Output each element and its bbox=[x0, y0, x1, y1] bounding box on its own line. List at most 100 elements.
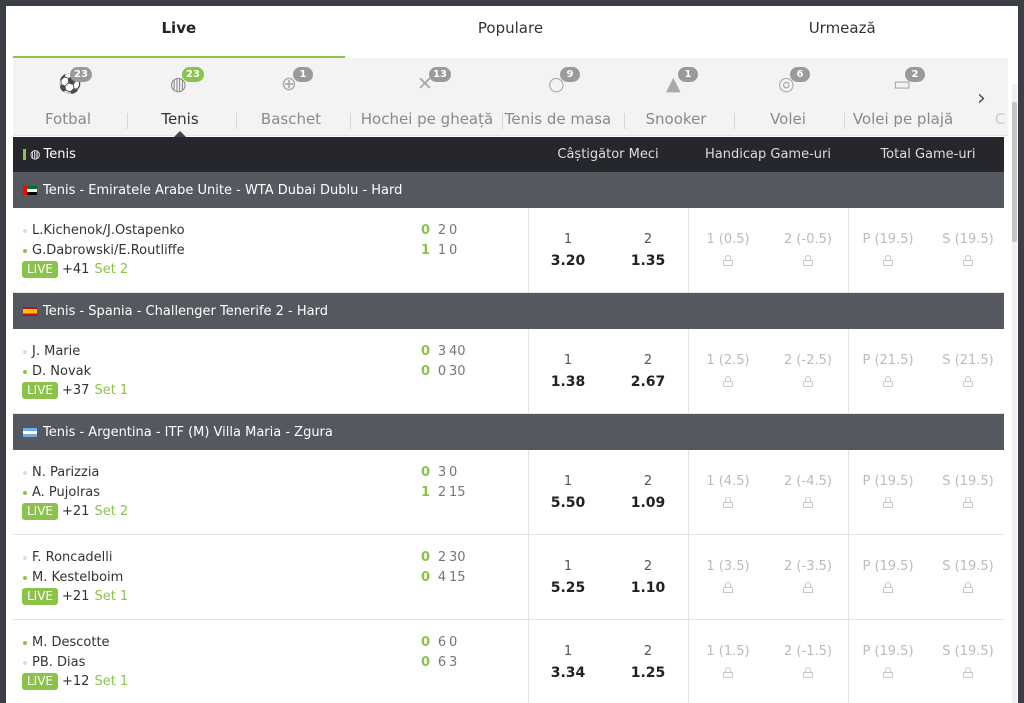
lock-icon bbox=[963, 582, 973, 593]
odd-winner-2[interactable]: 2 2.67 bbox=[608, 329, 688, 413]
score-sets: 0 bbox=[421, 570, 431, 585]
lock-body bbox=[803, 381, 813, 387]
lock-body bbox=[723, 502, 733, 508]
sport-separator bbox=[350, 113, 351, 129]
lock-icon bbox=[803, 582, 813, 593]
live-badge[interactable]: LIVE bbox=[22, 503, 59, 520]
odd-handicap-1: 1 (1.5) bbox=[688, 620, 768, 703]
lock-icon bbox=[963, 497, 973, 508]
more-markets-link[interactable]: +21 bbox=[62, 504, 89, 519]
more-markets-link[interactable]: +12 bbox=[62, 674, 89, 689]
lock-icon bbox=[883, 497, 893, 508]
odd-label: 1 (0.5) bbox=[706, 232, 750, 247]
player-name: N. Parizzia bbox=[32, 465, 100, 480]
current-set: Set 1 bbox=[94, 674, 129, 689]
score-sets: 0 bbox=[421, 344, 431, 359]
live-badge[interactable]: LIVE bbox=[22, 588, 59, 605]
score-sets: 0 bbox=[421, 550, 431, 565]
odd-winner-2[interactable]: 2 1.35 bbox=[608, 208, 688, 292]
player-2[interactable]: PB. Dias bbox=[23, 655, 85, 670]
more-markets-link[interactable]: +21 bbox=[62, 589, 89, 604]
sport-count-badge: 6 bbox=[790, 67, 810, 82]
lock-icon bbox=[723, 376, 733, 387]
live-badge[interactable]: LIVE bbox=[22, 382, 59, 399]
odd-label: 1 (3.5) bbox=[706, 559, 750, 574]
lock-body bbox=[883, 381, 893, 387]
leagues-list: Tenis - Emiratele Arabe Unite - WTA Duba… bbox=[13, 172, 1004, 703]
serve-dot-icon bbox=[23, 470, 27, 475]
score-games: 2 bbox=[437, 223, 447, 238]
chevron-right-icon[interactable]: › bbox=[977, 86, 986, 111]
league-header[interactable]: Tenis - Emiratele Arabe Unite - WTA Duba… bbox=[13, 172, 1004, 208]
serve-dot-icon bbox=[23, 575, 27, 580]
odd-handicap-1: 1 (2.5) bbox=[688, 329, 768, 413]
lock-icon bbox=[723, 255, 733, 266]
lock-body bbox=[803, 260, 813, 266]
score-sets: 1 bbox=[421, 485, 431, 500]
odd-label: P (19.5) bbox=[862, 474, 914, 489]
table-header: ◍ Tenis Câștigător Meci Handicap Game-ur… bbox=[13, 137, 1004, 172]
lock-icon bbox=[963, 255, 973, 266]
odd-label: 2 (-3.5) bbox=[784, 559, 832, 574]
lock-icon bbox=[803, 255, 813, 266]
odd-winner-1[interactable]: 1 5.50 bbox=[528, 450, 608, 534]
live-badge[interactable]: LIVE bbox=[22, 261, 59, 278]
tab-live[interactable]: Live bbox=[13, 6, 345, 58]
player-1[interactable]: L.Kichenok/J.Ostapenko bbox=[23, 223, 185, 238]
odd-label: S (19.5) bbox=[942, 559, 994, 574]
odd-value: 1.09 bbox=[630, 495, 666, 511]
lock-body bbox=[883, 502, 893, 508]
odd-winner-1[interactable]: 1 5.25 bbox=[528, 535, 608, 619]
tab-populare[interactable]: Populare bbox=[345, 6, 677, 58]
odd-handicap-2: 2 (-4.5) bbox=[768, 450, 848, 534]
odd-winner-1[interactable]: 1 3.34 bbox=[528, 620, 608, 703]
player-1[interactable]: J. Marie bbox=[23, 344, 80, 359]
odd-value: 3.34 bbox=[550, 665, 586, 681]
scrollbar-thumb[interactable] bbox=[1012, 102, 1017, 242]
odd-label: 1 bbox=[563, 232, 573, 247]
odd-value: 1.38 bbox=[550, 374, 586, 390]
player-2[interactable]: A. Pujolras bbox=[23, 485, 100, 500]
sport-tab-7[interactable]: ▭ 2 Volei pe plajă bbox=[813, 58, 993, 136]
player-2[interactable]: D. Novak bbox=[23, 364, 91, 379]
score-player-1: 060 bbox=[421, 635, 465, 650]
odd-winner-2[interactable]: 2 1.10 bbox=[608, 535, 688, 619]
odd-total-over: P (19.5) bbox=[848, 208, 928, 292]
lock-icon bbox=[963, 667, 973, 678]
odd-winner-1[interactable]: 1 3.20 bbox=[528, 208, 608, 292]
player-1[interactable]: N. Parizzia bbox=[23, 465, 99, 480]
column-winner: Câștigător Meci bbox=[557, 147, 659, 162]
sport-tab-overflow[interactable]: C bbox=[995, 110, 1005, 128]
league-header[interactable]: Tenis - Spania - Challenger Tenerife 2 -… bbox=[13, 293, 1004, 329]
score-games: 6 bbox=[437, 655, 447, 670]
score-games: 2 bbox=[437, 485, 447, 500]
live-info: LIVE +41 Set 2 bbox=[22, 261, 128, 278]
odd-winner-2[interactable]: 2 1.25 bbox=[608, 620, 688, 703]
odd-label: P (21.5) bbox=[862, 353, 914, 368]
tab-urmeaza[interactable]: Urmează bbox=[676, 6, 1008, 58]
player-1[interactable]: F. Roncadelli bbox=[23, 550, 113, 565]
odd-total-under: S (19.5) bbox=[928, 208, 1008, 292]
odd-handicap-1: 1 (0.5) bbox=[688, 208, 768, 292]
player-1[interactable]: M. Descotte bbox=[23, 635, 110, 650]
odd-label: 2 bbox=[643, 644, 653, 659]
more-markets-link[interactable]: +37 bbox=[62, 383, 89, 398]
odd-winner-1[interactable]: 1 1.38 bbox=[528, 329, 608, 413]
league-header[interactable]: Tenis - Argentina - ITF (M) Villa Maria … bbox=[13, 414, 1004, 450]
more-markets-link[interactable]: +41 bbox=[62, 262, 89, 277]
serve-dot-icon bbox=[23, 640, 27, 645]
player-2[interactable]: M. Kestelboim bbox=[23, 570, 123, 585]
league-title: Tenis - Spania - Challenger Tenerife 2 -… bbox=[43, 303, 328, 319]
player-name: D. Novak bbox=[32, 364, 92, 379]
score-points: 0 bbox=[449, 635, 458, 650]
column-handicap: Handicap Game-uri bbox=[705, 147, 831, 162]
live-badge[interactable]: LIVE bbox=[22, 673, 59, 690]
league-title: Tenis - Argentina - ITF (M) Villa Maria … bbox=[43, 424, 333, 440]
sport-count-badge: 1 bbox=[678, 67, 698, 82]
lock-body bbox=[883, 587, 893, 593]
odd-winner-2[interactable]: 2 1.09 bbox=[608, 450, 688, 534]
odd-value: 5.50 bbox=[550, 495, 586, 511]
player-2[interactable]: G.Dabrowski/E.Routliffe bbox=[23, 243, 185, 258]
score-games: 3 bbox=[437, 465, 447, 480]
lock-body bbox=[723, 587, 733, 593]
